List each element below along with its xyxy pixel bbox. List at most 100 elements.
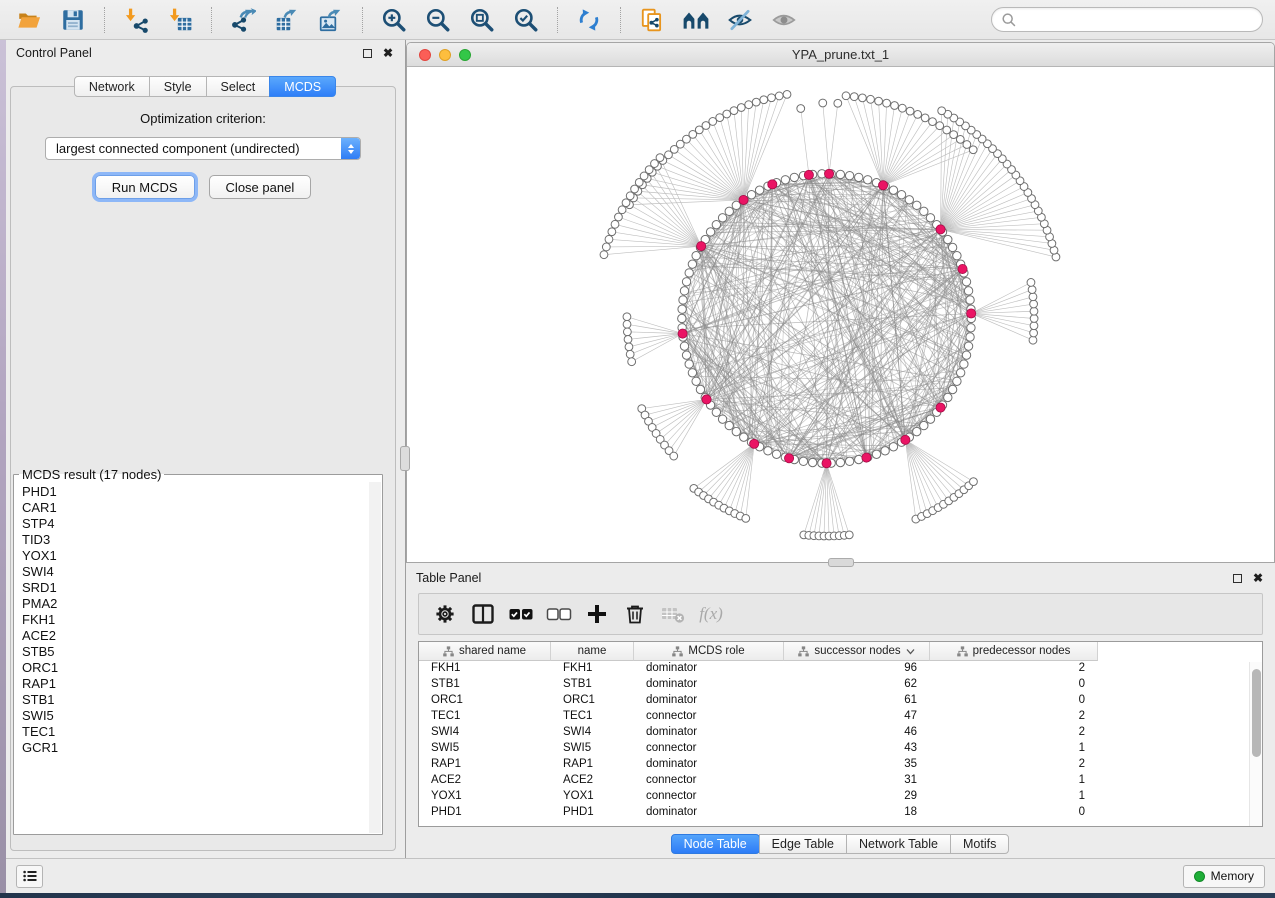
tab-motifs[interactable]: Motifs [950, 834, 1009, 854]
node-table-header: shared namenameMCDS rolesuccessor nodesp… [419, 642, 1262, 661]
table-mode-gear-icon[interactable] [429, 598, 461, 630]
table-scrollbar-thumb[interactable] [1252, 669, 1261, 757]
tab-select[interactable]: Select [206, 76, 271, 97]
table-row[interactable]: STB1STB1dominator620 [419, 677, 1262, 693]
mcds-result-item[interactable]: STB1 [22, 692, 368, 708]
mcds-result-item[interactable]: TID3 [22, 532, 368, 548]
mcds-result-item[interactable]: FKH1 [22, 612, 368, 628]
first-neighbors-icon[interactable] [679, 4, 713, 36]
save-session-icon[interactable] [56, 4, 90, 36]
column-header-shared-name[interactable]: shared name [419, 642, 551, 661]
close-panel-icon[interactable]: ✖ [383, 49, 393, 58]
export-table-icon[interactable] [270, 4, 304, 36]
mcds-result-item[interactable]: SRD1 [22, 580, 368, 596]
export-image-icon[interactable] [314, 4, 348, 36]
table-cell: RAP1 [419, 757, 551, 773]
node-table-body: FKH1FKH1dominator962STB1STB1dominator620… [419, 661, 1262, 821]
network-canvas[interactable] [407, 67, 1274, 562]
close-panel-button[interactable]: Close panel [209, 175, 312, 199]
open-file-icon[interactable] [12, 4, 46, 36]
table-scrollbar[interactable] [1249, 662, 1262, 826]
table-row[interactable]: SWI5SWI5connector431 [419, 741, 1262, 757]
table-cell: connector [634, 789, 784, 805]
deselect-all-icon[interactable] [543, 598, 575, 630]
tab-network-table[interactable]: Network Table [846, 834, 951, 854]
table-row[interactable]: ORC1ORC1dominator610 [419, 693, 1262, 709]
delete-column-icon[interactable] [619, 598, 651, 630]
mcds-result-item[interactable]: CAR1 [22, 500, 368, 516]
mcds-result-list[interactable]: PHD1CAR1STP4TID3YOX1SWI4SRD1PMA2FKH1ACE2… [15, 482, 368, 833]
float-table-panel-icon[interactable] [1233, 574, 1242, 583]
tab-edge-table[interactable]: Edge Table [759, 834, 847, 854]
hide-selected-icon[interactable] [723, 4, 757, 36]
tab-network[interactable]: Network [74, 76, 150, 97]
mcds-result-scrollbar[interactable] [369, 482, 381, 833]
table-cell: 0 [930, 693, 1098, 709]
vertical-splitter-grip[interactable] [400, 446, 410, 471]
table-cell: 61 [784, 693, 930, 709]
fit-content-icon[interactable] [465, 4, 499, 36]
zoom-out-icon[interactable] [421, 4, 455, 36]
main-toolbar [0, 0, 1275, 40]
table-cell: connector [634, 709, 784, 725]
table-cell: 0 [930, 677, 1098, 693]
mcds-result-item[interactable]: SWI5 [22, 708, 368, 724]
mcds-result-item[interactable]: TEC1 [22, 724, 368, 740]
add-column-icon[interactable] [581, 598, 613, 630]
optimization-criterion-select[interactable]: largest connected component (undirected) [45, 137, 361, 160]
show-column-icon[interactable] [467, 598, 499, 630]
run-mcds-button[interactable]: Run MCDS [95, 175, 195, 199]
table-row[interactable]: ACE2ACE2connector311 [419, 773, 1262, 789]
zoom-selected-icon[interactable] [509, 4, 543, 36]
new-network-from-selection-icon[interactable] [635, 4, 669, 36]
tab-style[interactable]: Style [149, 76, 207, 97]
mcds-result-item[interactable]: PHD1 [22, 484, 368, 500]
control-panel-header: Control Panel ✖ [6, 40, 405, 66]
mcds-result-item[interactable]: GCR1 [22, 740, 368, 756]
close-table-panel-icon[interactable]: ✖ [1253, 574, 1263, 583]
table-row[interactable]: PHD1PHD1dominator180 [419, 805, 1262, 821]
task-history-button[interactable] [16, 865, 43, 888]
tab-node-table[interactable]: Node Table [671, 834, 760, 854]
column-header-successor-nodes[interactable]: successor nodes [784, 642, 930, 661]
memory-button[interactable]: Memory [1183, 865, 1265, 888]
node-table: shared namenameMCDS rolesuccessor nodesp… [418, 641, 1263, 827]
import-table-icon[interactable] [163, 4, 197, 36]
table-cell: RAP1 [551, 757, 634, 773]
float-panel-icon[interactable] [363, 49, 372, 58]
table-row[interactable]: YOX1YOX1connector291 [419, 789, 1262, 805]
column-type-icon [672, 646, 683, 657]
mcds-result-item[interactable]: YOX1 [22, 548, 368, 564]
table-row[interactable]: TEC1TEC1connector472 [419, 709, 1262, 725]
table-cell: YOX1 [551, 789, 634, 805]
select-all-icon[interactable] [505, 598, 537, 630]
mcds-result-item[interactable]: SWI4 [22, 564, 368, 580]
table-row[interactable]: SWI4SWI4dominator462 [419, 725, 1262, 741]
column-header-name[interactable]: name [551, 642, 634, 661]
mcds-result-item[interactable]: STB5 [22, 644, 368, 660]
table-row[interactable]: FKH1FKH1dominator962 [419, 661, 1262, 677]
tab-mcds[interactable]: MCDS [269, 76, 336, 97]
zoom-in-icon[interactable] [377, 4, 411, 36]
table-cell: PHD1 [551, 805, 634, 821]
export-network-icon[interactable] [226, 4, 260, 36]
search-input[interactable] [1021, 12, 1253, 27]
import-network-icon[interactable] [119, 4, 153, 36]
table-row[interactable]: RAP1RAP1dominator352 [419, 757, 1262, 773]
table-cell: 1 [930, 789, 1098, 805]
search-box [991, 7, 1263, 32]
mcds-result-item[interactable]: PMA2 [22, 596, 368, 612]
mcds-result-item[interactable]: ACE2 [22, 628, 368, 644]
mcds-result-title: MCDS result (17 nodes) [19, 467, 164, 482]
mcds-result-item[interactable]: RAP1 [22, 676, 368, 692]
table-cell: ACE2 [419, 773, 551, 789]
table-cell: YOX1 [419, 789, 551, 805]
table-cell: ACE2 [551, 773, 634, 789]
column-header-mcds-role[interactable]: MCDS role [634, 642, 784, 661]
horizontal-splitter-grip[interactable] [828, 558, 854, 567]
column-header-predecessor-nodes[interactable]: predecessor nodes [930, 642, 1098, 661]
mcds-result-item[interactable]: STP4 [22, 516, 368, 532]
control-panel-tabs: NetworkStyleSelectMCDS [6, 76, 405, 97]
mcds-result-item[interactable]: ORC1 [22, 660, 368, 676]
refresh-view-icon[interactable] [572, 4, 606, 36]
